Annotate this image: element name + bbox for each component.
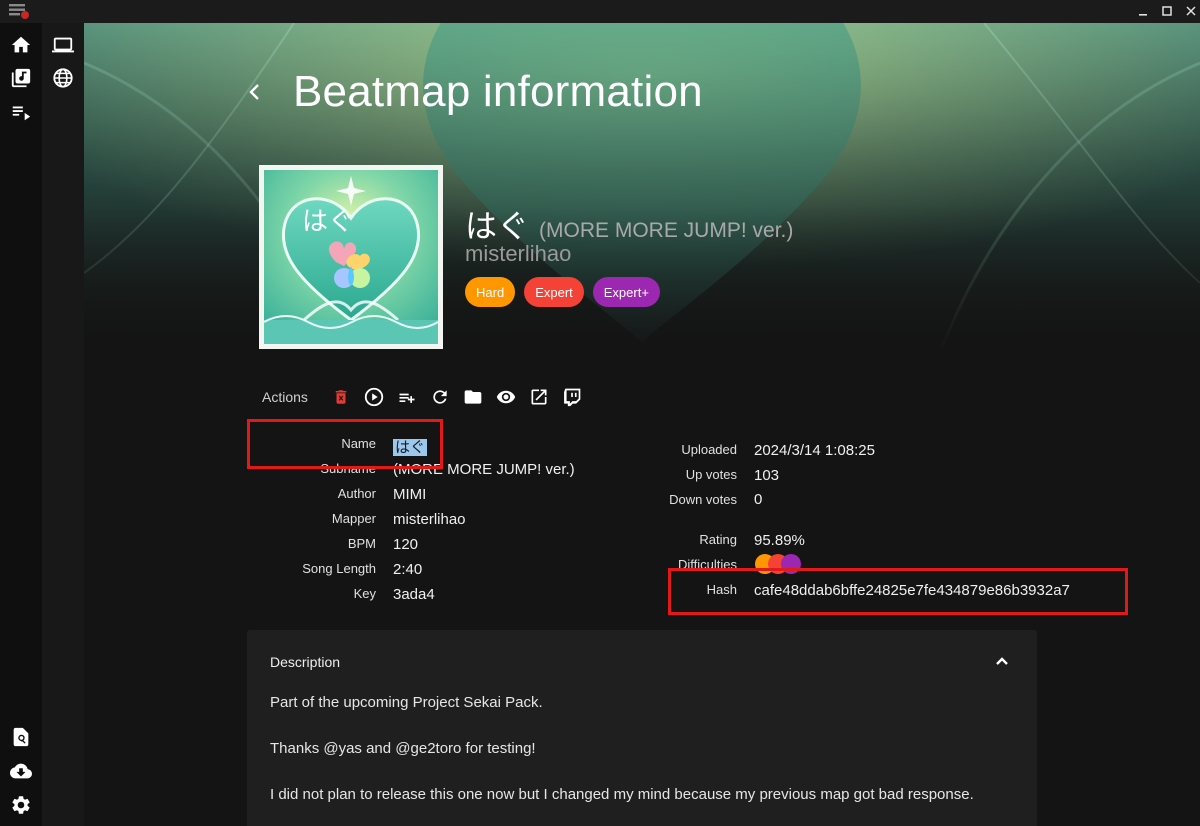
detail-row-key: Key 3ada4 [266, 586, 435, 603]
detail-label: Song Length [302, 561, 376, 576]
detail-row-rating: Rating 95.89% [667, 532, 805, 549]
app-logo-icon [8, 3, 30, 20]
difficulty-chips: Hard Expert Expert+ [465, 277, 660, 307]
delete-icon[interactable] [330, 386, 352, 408]
preview-eye-icon[interactable] [495, 386, 517, 408]
close-button[interactable] [1180, 2, 1200, 20]
detail-label: Rating [699, 532, 737, 547]
chevron-up-icon[interactable] [991, 650, 1013, 672]
detail-row-down-votes: Down votes 0 [667, 490, 762, 509]
detail-value: 0 [754, 491, 763, 508]
playlist-icon[interactable] [8, 99, 34, 125]
twitch-icon[interactable] [561, 386, 583, 408]
laptop-icon[interactable] [50, 32, 76, 58]
cover-art: はぐ [259, 165, 443, 349]
highlight-box-name [247, 419, 443, 469]
detail-value: misterlihao [393, 511, 466, 528]
page-title: Beatmap information [293, 67, 703, 116]
search-file-icon[interactable] [8, 724, 34, 750]
song-name: はぐ [465, 208, 530, 244]
cloud-download-icon[interactable] [8, 758, 34, 784]
settings-icon[interactable] [8, 792, 34, 818]
minimize-button[interactable] [1132, 2, 1154, 20]
difficulty-chip-expert-plus[interactable]: Expert+ [592, 277, 660, 307]
primary-nav-rail [0, 23, 42, 826]
detail-row-bpm: BPM 120 [266, 536, 418, 553]
description-line: Thanks @yas and @ge2toro for testing! [270, 740, 536, 757]
detail-row-author: Author MIMI [266, 486, 427, 503]
home-icon[interactable] [8, 32, 34, 58]
globe-icon[interactable] [50, 65, 76, 91]
description-line: Part of the upcoming Project Sekai Pack. [270, 694, 543, 711]
detail-value: 2024/3/14 1:08:25 [754, 442, 875, 459]
detail-label: Up votes [685, 467, 737, 482]
detail-value: 2:40 [393, 561, 423, 578]
detail-label: Mapper [331, 511, 376, 526]
detail-row-song-length: Song Length 2:40 [266, 561, 422, 578]
song-mapper: misterlihao [465, 241, 572, 266]
playlist-add-icon[interactable] [396, 386, 418, 408]
detail-value: 3ada4 [393, 586, 435, 603]
cover-title-text: はぐ [302, 207, 354, 237]
detail-value: 95.89% [754, 532, 805, 549]
highlight-box-hash [668, 568, 1128, 615]
difficulty-chip-hard[interactable]: Hard [465, 277, 516, 307]
secondary-nav-rail [42, 23, 84, 826]
detail-row-up-votes: Up votes 103 [667, 467, 779, 484]
difficulty-chip-expert[interactable]: Expert [524, 277, 584, 307]
back-button[interactable] [244, 79, 266, 105]
detail-label: Key [353, 586, 376, 601]
detail-row-mapper: Mapper misterlihao [266, 511, 466, 528]
detail-value: 103 [754, 467, 780, 484]
detail-value: MIMI [393, 486, 427, 503]
detail-row-uploaded: Uploaded 2024/3/14 1:08:25 [667, 442, 875, 459]
actions-toolbar: Actions [262, 386, 594, 408]
detail-label: BPM [347, 536, 376, 551]
description-line: I did not plan to release this one now b… [270, 786, 974, 803]
maximize-button[interactable] [1156, 2, 1178, 20]
title-bar [0, 0, 1200, 23]
detail-label: Author [337, 486, 376, 501]
folder-icon[interactable] [462, 386, 484, 408]
main-content: Beatmap information はぐ はぐ (MORE MORE JUM… [84, 23, 1200, 826]
detail-label: Uploaded [681, 442, 737, 457]
detail-value: 120 [393, 536, 419, 553]
detail-label: Down votes [669, 492, 737, 507]
song-subname: (MORE MORE JUMP! ver.) [539, 219, 794, 242]
description-header[interactable]: Description [270, 654, 340, 670]
library-music-icon[interactable] [8, 65, 34, 91]
open-external-icon[interactable] [528, 386, 550, 408]
play-circle-icon[interactable] [363, 386, 385, 408]
actions-label: Actions [262, 389, 308, 405]
description-panel: Description Part of the upcoming Project… [247, 630, 1037, 826]
refresh-icon[interactable] [429, 386, 451, 408]
